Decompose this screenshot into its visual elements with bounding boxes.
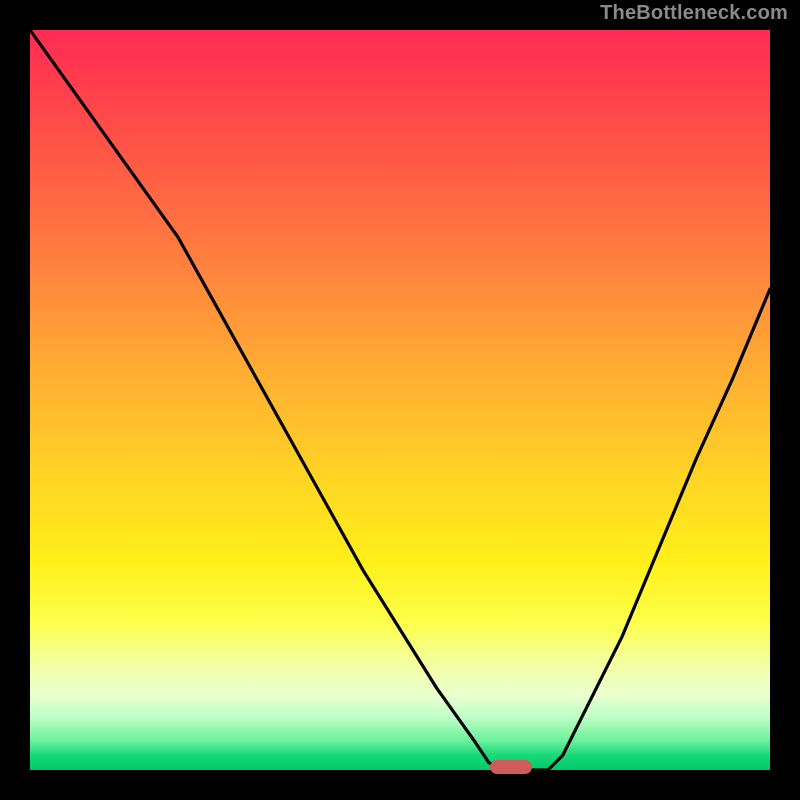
chart-frame: TheBottleneck.com <box>0 0 800 800</box>
plot-area <box>30 30 770 770</box>
bottleneck-curve <box>30 30 770 770</box>
optimal-marker <box>490 760 532 774</box>
watermark-text: TheBottleneck.com <box>600 2 788 25</box>
